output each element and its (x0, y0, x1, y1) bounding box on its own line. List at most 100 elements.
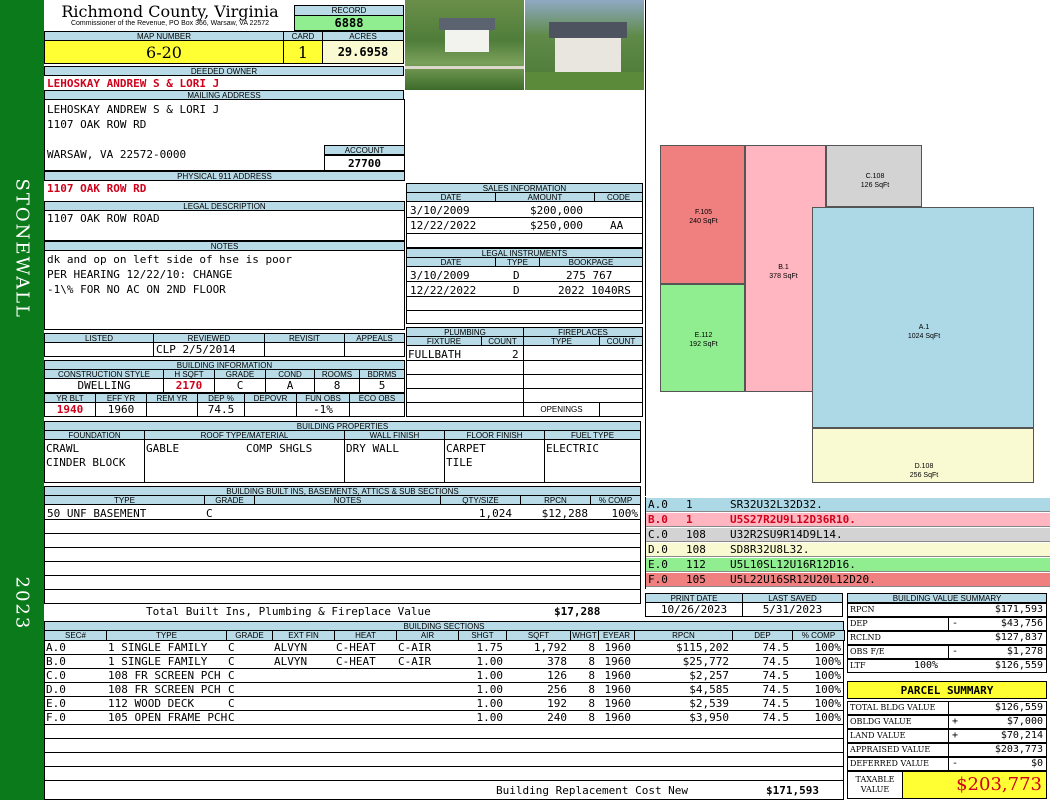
tax-year: 2023 (11, 576, 33, 631)
bi-funobs: -1% (296, 402, 350, 417)
vs-ltr-pct: 100% (914, 660, 939, 671)
vector-b-sec: B.0 (648, 513, 668, 526)
bi-yrblt: 1940 (44, 402, 96, 417)
vs-obs-row: OBS F/E - $1,278 (847, 645, 1047, 659)
section-cell: 74.5 (762, 683, 790, 696)
sketch-label-a: A.1 1024 SqFt (907, 324, 941, 340)
vector-d-sec: D.0 (648, 543, 668, 556)
section-cell: C (228, 669, 235, 682)
vector-row-a: A.0 1 SR32U32L32D32. (646, 498, 1050, 512)
sections-row (44, 753, 844, 767)
ps-obldg-label: OBLDG VALUE (850, 717, 912, 726)
section-cell: 1.00 (476, 669, 504, 682)
note-line-1: dk and op on left side of hse is poor (47, 253, 293, 266)
sketch-label-f: F.105 240 SqFt (689, 209, 718, 225)
section-cell: 74.5 (762, 655, 790, 668)
vector-row-e: E.0 112 U5L10SL12U16R12D16. (646, 558, 1050, 572)
sections-col-7: SQFT (506, 630, 571, 641)
ps-taxable-label: TAXABLE VALUE (847, 771, 903, 799)
sketch-section-e: E.112 192 SqFt (660, 284, 745, 392)
vector-row-b: B.0 1 U5S27R2U9L12D36R10. (646, 513, 1050, 527)
section-cell: 8 (588, 655, 595, 668)
section-cell: 74.5 (762, 641, 790, 654)
sketch-section-f: F.105 240 SqFt (660, 145, 745, 284)
note-line-3: -1\% FOR NO AC ON 2ND FLOOR (47, 283, 226, 296)
roof-type: GABLE (146, 442, 180, 455)
sections-col-9: EYEAR (598, 630, 635, 641)
section-cell: 8 (588, 711, 595, 724)
sketch-label-e: E.112 192 SqFt (689, 332, 718, 348)
vs-rpcn-row: RPCN $171,593 (847, 603, 1047, 617)
print-date: 10/26/2023 (645, 602, 743, 617)
foundation-2: CINDER BLOCK (46, 456, 126, 469)
vector-a-sec: A.0 (648, 498, 668, 511)
map-number: 6-20 (44, 40, 284, 64)
vs-ltr-row: LTF 100% $126,559 (847, 659, 1047, 673)
section-cell: 1 SINGLE FAMILY (108, 641, 208, 654)
sketch-label-d: D.108 256 SqFt (909, 463, 939, 479)
ps-total-bldg: $126,559 (994, 702, 1043, 713)
section-cell: 100% (814, 641, 842, 654)
account-number: 27700 (324, 155, 405, 171)
vector-row-c: C.0 108 U32R2SU9R14D9L14. (646, 528, 1050, 542)
roof-material: COMP SHGLS (246, 442, 313, 455)
last-saved-date: 5/31/2023 (742, 602, 843, 617)
vector-a-vec: SR32U32L32D32. (730, 498, 823, 511)
floor-finish-2: TILE (446, 456, 473, 469)
fuel-type: ELECTRIC (546, 442, 599, 455)
ps-obldg: $7,000 (1006, 716, 1043, 727)
ps-taxable: $203,773 (902, 771, 1047, 799)
sketch-section-c: C.108 126 SqFt (826, 145, 922, 207)
replacement-cost-label: Building Replacement Cost New (496, 784, 689, 797)
sale-2-amount: $250,000 (530, 219, 583, 232)
vs-ltr-label: LTF (850, 661, 866, 670)
section-cell: 74.5 (762, 711, 790, 724)
section-cell: 100% (814, 669, 842, 682)
vs-rpcn-label: RPCN (850, 605, 875, 614)
district-sidebar: STONEWALL 2023 (0, 0, 44, 800)
section-cell: 378 (547, 655, 567, 668)
section-cell: C (228, 641, 235, 654)
sections-col-10: RPCN (634, 630, 733, 641)
section-cell: 1.75 (476, 641, 504, 654)
vector-e-code: 112 (686, 558, 706, 571)
section-cell: 100% (814, 655, 842, 668)
sketch-panel: F.105 240 SqFt B.1 378 SqFt C.108 126 Sq… (645, 0, 1050, 496)
ps-land-label: LAND VALUE (850, 731, 906, 740)
section-cell: 8 (588, 697, 595, 710)
section-cell: A.0 (46, 641, 66, 654)
bi-remyr (146, 402, 198, 417)
sections-col-2: GRADE (226, 630, 273, 641)
builtins-total-label: Total Built Ins, Plumbing & Fireplace Va… (146, 605, 431, 618)
vector-d-code: 108 (686, 543, 706, 556)
physical-address: 1107 OAK ROW RD (47, 182, 147, 195)
mailing-line-3: WARSAW, VA 22572-0000 (47, 148, 187, 161)
sections-col-11: DEP (732, 630, 793, 641)
vs-dep-label: DEP (850, 619, 868, 628)
ps-appraised-label: APPRAISED VALUE (850, 745, 931, 754)
sections-col-5: AIR (396, 630, 459, 641)
county-title: Richmond County, Virginia (61, 2, 279, 21)
vector-d-vec: SD8R32U8L32. (730, 543, 810, 556)
sections-row: A.0 1 SINGLE FAMILY C ALVYN C-HEAT C-AIR 1.75 1… (44, 641, 844, 655)
vector-c-code: 108 (686, 528, 706, 541)
sections-col-6: SHGT (458, 630, 507, 641)
listed-value (44, 342, 154, 357)
vector-b-vec: U5S27R2U9L12D36R10. (730, 513, 856, 526)
section-cell: C-HEAT (336, 641, 376, 654)
bi-style: DWELLING (44, 378, 164, 393)
bi-dep: 74.5 (197, 402, 245, 417)
vector-e-sec: E.0 (648, 558, 668, 571)
section-cell: 1960 (604, 697, 632, 710)
property-photo-2 (525, 0, 644, 90)
section-cell: 8 (588, 669, 595, 682)
section-cell: C (228, 683, 235, 696)
section-cell: 1 SINGLE FAMILY (108, 655, 208, 668)
section-cell: $2,539 (689, 697, 729, 710)
section-cell: E.0 (46, 697, 66, 710)
ps-land: $70,214 (1000, 730, 1043, 741)
section-cell: $2,257 (689, 669, 729, 682)
bi-cond: A (265, 378, 315, 393)
section-cell: 1960 (604, 711, 632, 724)
section-cell: C-HEAT (336, 655, 376, 668)
